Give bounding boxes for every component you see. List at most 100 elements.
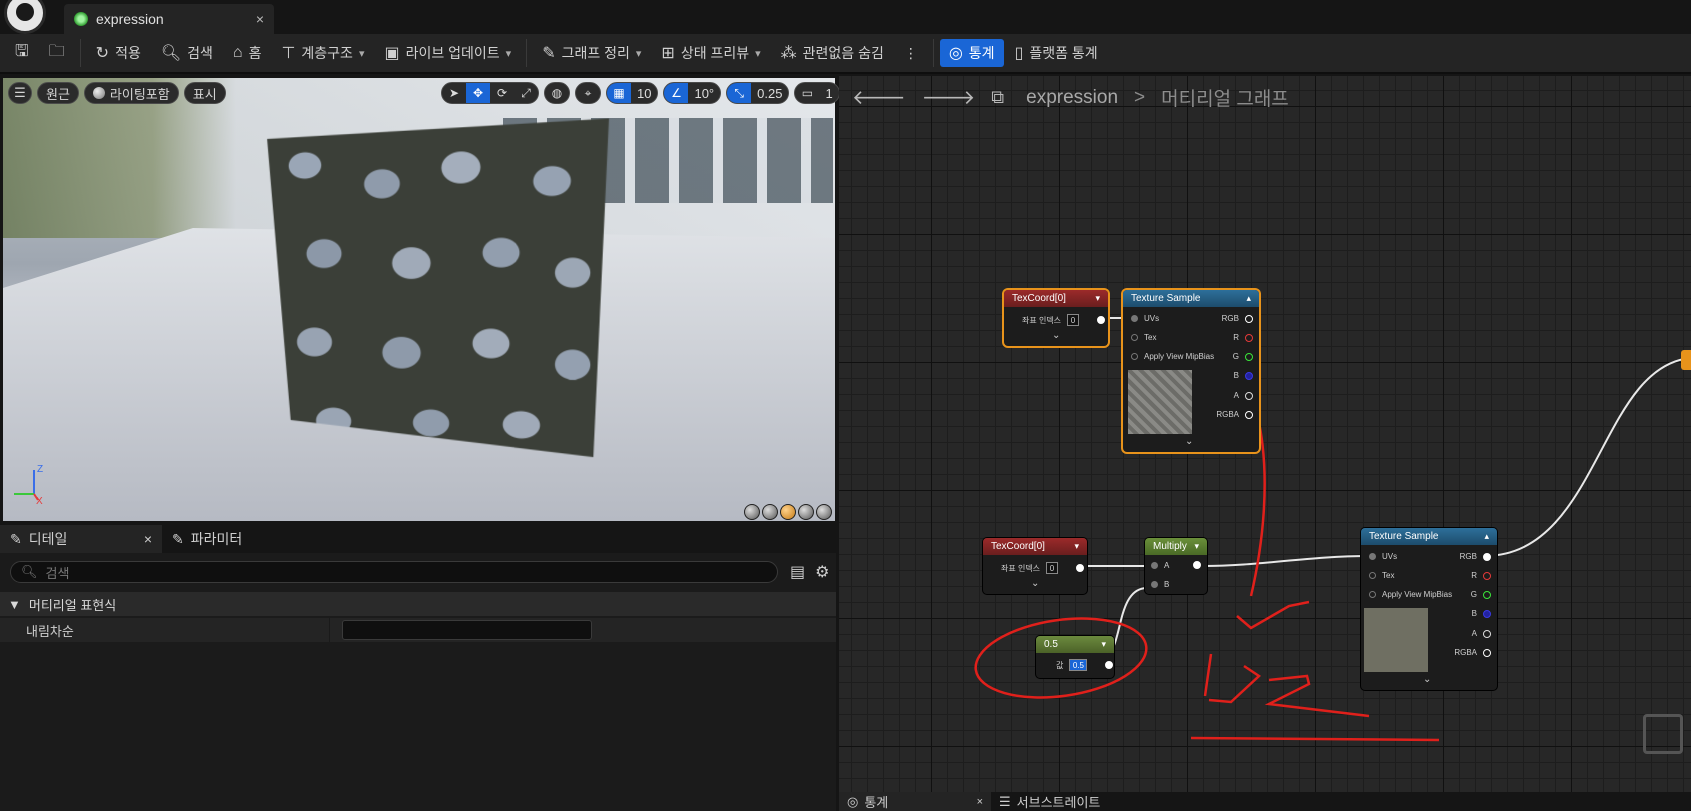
pin-rgba[interactable]: RGBA [1454,648,1491,657]
platform-stats-button[interactable]: ▯ 플랫폼 통계 [1006,39,1107,67]
tab-substrate[interactable]: ☰ 서브스트레이트 [991,792,1108,811]
tab-details[interactable]: ✎ 디테일 × [0,525,162,553]
node-texture-sample-b[interactable]: Texture Sample ▴ UVs Tex Apply View MipBi… [1361,528,1497,690]
back-arrow-icon[interactable]: 🡐 [852,85,906,110]
chevron-down-icon[interactable]: ▾ [1101,639,1106,650]
output-pin[interactable] [1483,572,1491,580]
pin-rgba[interactable]: RGBA [1216,410,1253,419]
pin-b[interactable]: B [1234,371,1253,380]
output-pin[interactable] [1105,661,1113,669]
coord-index-field[interactable]: 0 [1046,562,1058,574]
browse-button[interactable]: 🗀 [40,39,74,67]
node-expand[interactable]: ⌄ [1185,436,1193,447]
pin-tex[interactable]: Tex [1131,333,1156,342]
material-output-node-edge[interactable] [1681,350,1691,370]
tab-parameters[interactable]: ✎ 파라미터 [162,525,252,553]
grid-snap[interactable]: ▦ 10 [606,82,658,104]
input-pin[interactable] [1151,562,1158,569]
output-pin[interactable] [1245,392,1253,400]
scale-snap[interactable]: ⤡ 0.25 [726,82,789,104]
search-button[interactable]: 🔍︎ 검색 [152,39,222,67]
details-search-input[interactable]: 🔍︎ 검색 [10,561,778,583]
lighting-button[interactable]: 라이팅포함 [84,82,179,104]
constant-value-field[interactable]: 0.5 [1069,659,1087,671]
node-texcoord-a[interactable]: TexCoord[0] ▾ 좌표 인덱스 0 ⌄ [1004,290,1108,346]
chevron-up-icon[interactable]: ▴ [1484,531,1489,542]
pin-r[interactable]: R [1233,333,1253,342]
show-button[interactable]: 표시 [184,82,226,104]
cube-preview-icon[interactable] [798,504,814,520]
input-pin[interactable] [1369,572,1376,579]
pin-multiply-out[interactable] [1193,561,1201,569]
material-graph-canvas[interactable] [839,76,1691,792]
pin-mipbias[interactable]: Apply View MipBias [1131,352,1214,361]
output-pin[interactable] [1193,561,1201,569]
perspective-button[interactable]: 원근 [37,82,79,104]
input-pin[interactable] [1151,581,1158,588]
close-tab-icon[interactable]: × [256,11,264,27]
node-expand[interactable]: ⌄ [1423,674,1431,685]
output-pin[interactable] [1097,316,1105,324]
pin-rgb[interactable]: RGB [1222,314,1253,323]
node-expand[interactable]: ⌄ [1052,330,1060,341]
pin-multiply-b[interactable]: B [1151,580,1169,589]
node-constant[interactable]: 0.5 ▾ 값 0.5 [1036,636,1114,678]
output-pin[interactable] [1245,372,1253,380]
angle-snap[interactable]: ∠ 10° [663,82,721,104]
tab-stats[interactable]: ◎ 통계 × [839,792,991,811]
save-button[interactable]: 🖫 [6,39,38,67]
output-pin[interactable] [1245,315,1253,323]
input-pin[interactable] [1131,334,1138,341]
pin-b[interactable]: B [1472,609,1491,618]
table-view-icon[interactable]: ▤ [790,562,805,582]
output-pin[interactable] [1483,610,1491,618]
hierarchy-dropdown[interactable]: ⊤ 계층구조 ▾ [272,39,373,67]
forward-arrow-icon[interactable]: 🡒 [922,85,976,110]
output-pin[interactable] [1483,630,1491,638]
pin-uvs[interactable]: UVs [1131,314,1159,323]
pin-a[interactable]: A [1234,391,1253,400]
output-pin[interactable] [1245,334,1253,342]
output-pin[interactable] [1483,591,1491,599]
home-button[interactable]: ⌂ 홈 [224,39,271,67]
output-pin[interactable] [1483,553,1491,561]
node-expand[interactable]: ⌄ [1031,578,1039,589]
preview-state-dropdown[interactable]: ⊞ 상태 프리뷰 ▾ [652,39,769,67]
pin-uvs[interactable]: UVs [1369,552,1397,561]
output-pin[interactable] [1076,564,1084,572]
close-icon[interactable]: × [144,531,152,547]
pin-a[interactable]: A [1472,629,1491,638]
node-texcoord-b[interactable]: TexCoord[0] ▾ 좌표 인덱스 0 ⌄ [983,538,1087,594]
stats-button[interactable]: ◎ 통계 [940,39,1004,67]
pin-tex[interactable]: Tex [1369,571,1394,580]
pin-rgb[interactable]: RGB [1460,552,1491,561]
chevron-down-icon[interactable]: ▾ [1074,541,1079,552]
cylinder-preview-icon[interactable] [744,504,760,520]
node-texture-sample-a[interactable]: Texture Sample ▴ UVs Tex Apply View MipBi… [1123,290,1259,452]
more-button[interactable]: ⋮ [895,39,927,67]
clean-graph-dropdown[interactable]: ✎ 그래프 정리 ▾ [533,39,650,67]
input-pin[interactable] [1369,553,1376,560]
chevron-up-icon[interactable]: ▴ [1246,293,1251,304]
hide-unrelated-button[interactable]: ⁂ 관련없음 숨김 [772,39,893,67]
pin-g[interactable]: G [1471,590,1491,599]
select-icon[interactable]: ➤ [442,83,466,103]
document-tab[interactable]: expression × [64,4,274,34]
world-local-toggle[interactable]: ◍ [544,82,570,104]
gear-icon[interactable]: ⚙ [815,562,829,582]
node-multiply[interactable]: Multiply ▾ A B [1145,538,1207,594]
chevron-down-icon[interactable]: ▾ [1194,541,1199,552]
close-icon[interactable]: × [977,796,983,808]
input-pin[interactable] [1131,315,1138,322]
output-pin[interactable] [1245,411,1253,419]
coord-index-field[interactable]: 0 [1067,314,1079,326]
live-update-dropdown[interactable]: ▣ 라이브 업데이트 ▾ [375,39,520,67]
output-pin[interactable] [1245,353,1253,361]
property-value-field[interactable] [342,620,592,640]
teapot-preview-icon[interactable] [816,504,832,520]
pin-multiply-a[interactable]: A [1151,561,1169,570]
output-pin[interactable] [1483,649,1491,657]
translate-icon[interactable]: ✥ [466,83,490,103]
apply-button[interactable]: ↻ 적용 [87,39,150,67]
pin-mipbias[interactable]: Apply View MipBias [1369,590,1452,599]
